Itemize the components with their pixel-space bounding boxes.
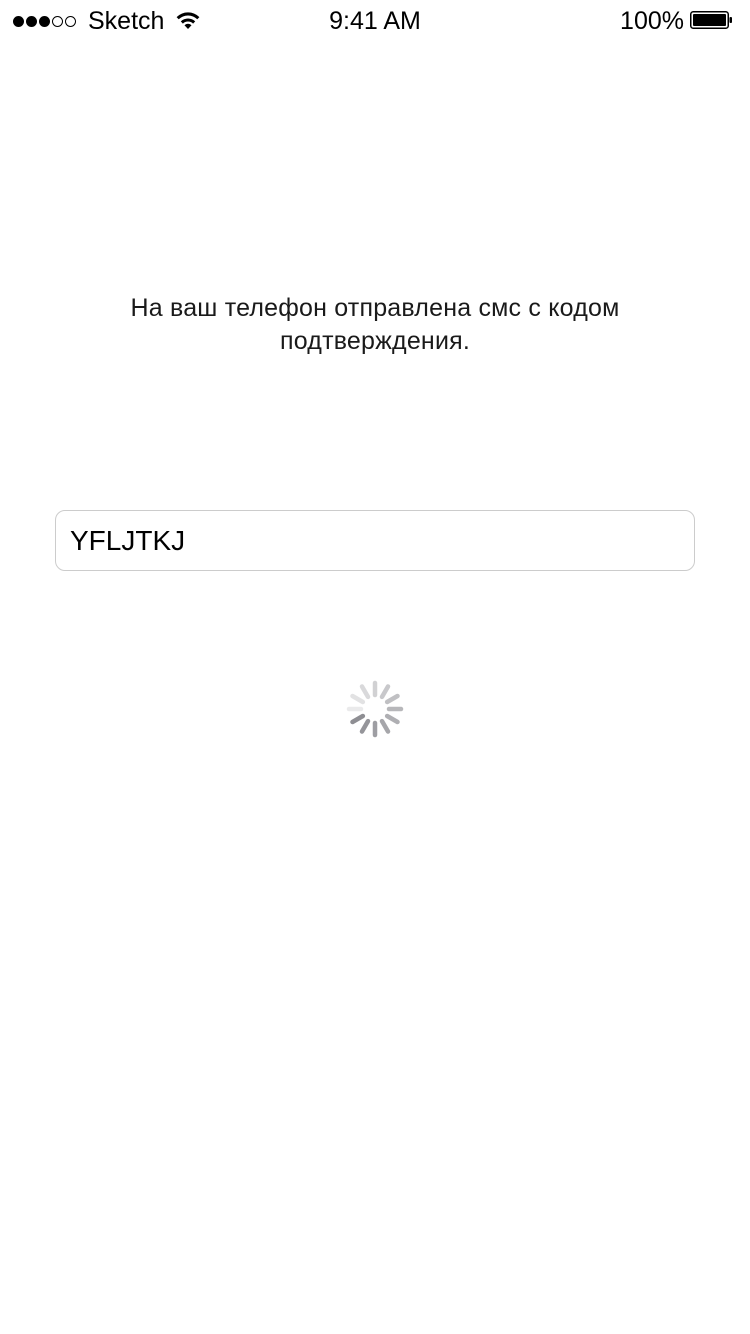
- status-bar: Sketch 9:41 AM 100%: [0, 0, 750, 40]
- spinner-spoke: [384, 693, 400, 705]
- spinner-spoke: [359, 718, 371, 734]
- confirmation-code-input[interactable]: [55, 510, 695, 571]
- battery-percentage: 100%: [620, 7, 684, 35]
- battery-full-icon: [690, 11, 732, 29]
- spinner-spoke: [379, 718, 391, 734]
- spinner-spoke: [350, 693, 366, 705]
- sms-sent-message: На ваш телефон отправлена смс с кодом по…: [130, 294, 620, 355]
- spinner-spoke: [384, 713, 400, 725]
- spinner-spoke: [379, 684, 391, 700]
- spinner-spoke: [350, 713, 366, 725]
- spinner-spoke: [359, 684, 371, 700]
- activity-spinner-icon: [346, 680, 404, 738]
